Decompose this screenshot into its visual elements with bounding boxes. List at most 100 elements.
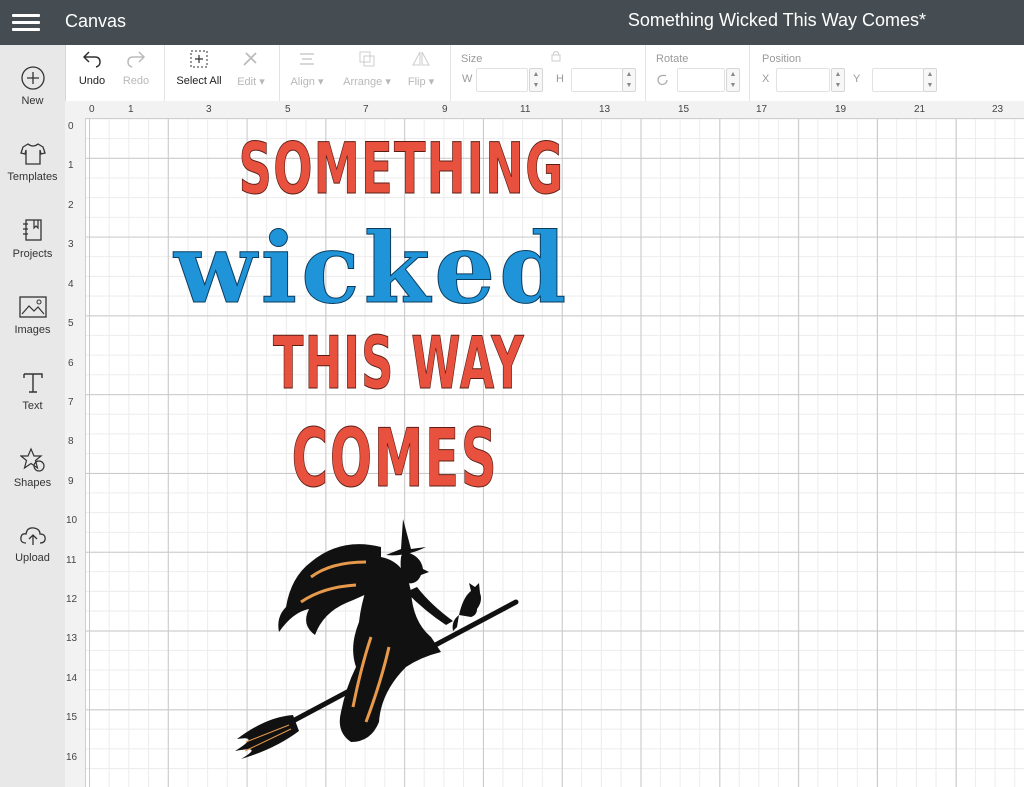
text-icon — [22, 373, 43, 393]
align-icon — [300, 53, 314, 65]
sidebar-item-label: New — [21, 95, 44, 107]
ruler-number: 8 — [68, 436, 74, 447]
witch-head — [400, 551, 429, 584]
witch-hat — [386, 519, 426, 556]
lock-icon[interactable] — [549, 49, 563, 63]
height-stepper[interactable]: ▲ ▼ — [622, 68, 636, 92]
sidebar-item-shapes[interactable]: Shapes — [0, 447, 65, 489]
rotate-icon — [657, 74, 668, 86]
design-text-something[interactable]: SOMETHING — [238, 119, 563, 219]
ruler-number: 0 — [68, 121, 74, 132]
edit-toolbar: Undo Redo Select All Edit ▾ Align ▾ Arra… — [65, 45, 1024, 102]
plus-circle-icon — [20, 66, 45, 90]
ruler-number: 19 — [835, 104, 847, 115]
design-text-wicked[interactable]: wicked — [174, 216, 567, 321]
ruler-number: 15 — [66, 712, 78, 723]
height-label: H — [556, 73, 564, 85]
edit-label: Edit — [237, 76, 257, 88]
width-label: W — [462, 73, 473, 85]
align-dropdown[interactable]: Align ▾ — [287, 49, 327, 88]
broom-bristles — [235, 715, 299, 759]
arrange-icon — [359, 51, 375, 67]
select-all-label: Select All — [176, 75, 222, 87]
sidebar-item-label: Images — [14, 324, 51, 336]
cloud-upload-icon — [19, 527, 46, 545]
redo-label: Redo — [122, 75, 150, 87]
flip-icon — [412, 51, 430, 66]
ruler-number: 9 — [442, 104, 448, 115]
select-all-icon — [190, 50, 208, 68]
design-canvas[interactable]: SOMETHING wicked THIS WAY COMES — [86, 119, 1024, 787]
witch-on-broom-image[interactable] — [231, 517, 521, 762]
height-input[interactable] — [571, 68, 623, 92]
ruler-number: 7 — [68, 397, 74, 408]
ruler-number: 12 — [66, 594, 78, 605]
ruler-number: 2 — [68, 200, 74, 211]
shapes-icon — [19, 447, 45, 472]
ruler-number: 15 — [678, 104, 690, 115]
sidebar-item-new[interactable]: New — [0, 65, 65, 107]
align-label: Align — [290, 76, 315, 88]
arrange-label: Arrange — [343, 76, 383, 88]
ruler-number: 4 — [68, 279, 74, 290]
flip-dropdown[interactable]: Flip ▾ — [403, 49, 439, 88]
edit-icon — [243, 52, 257, 66]
width-input[interactable] — [476, 68, 528, 92]
menu-icon[interactable] — [12, 11, 40, 33]
tshirt-icon — [19, 143, 46, 165]
redo-icon — [127, 51, 146, 68]
design-text-this-way[interactable]: THIS WAY — [273, 317, 524, 409]
ruler-number: 6 — [68, 358, 74, 369]
arrange-dropdown[interactable]: Arrange ▾ — [339, 49, 395, 88]
toolbar-divider — [164, 45, 165, 101]
ruler-number: 0 — [89, 104, 95, 115]
sidebar-item-label: Projects — [12, 248, 53, 260]
rotate-stepper[interactable]: ▲ ▼ — [726, 68, 740, 92]
toolbar-divider — [279, 45, 280, 101]
ruler-number: 10 — [66, 515, 78, 526]
ruler-number: 3 — [206, 104, 212, 115]
edit-dropdown[interactable]: Edit ▾ — [231, 49, 271, 88]
sidebar-item-templates[interactable]: Templates — [0, 141, 65, 183]
x-input[interactable] — [776, 68, 830, 92]
select-all-button[interactable]: Select All — [171, 49, 227, 87]
sidebar-item-images[interactable]: Images — [0, 294, 65, 336]
position-label: Position — [762, 53, 802, 65]
x-stepper[interactable]: ▲ ▼ — [831, 68, 845, 92]
rotate-label: Rotate — [656, 53, 689, 65]
redo-button[interactable]: Redo — [119, 49, 153, 87]
app-title: Canvas — [65, 11, 127, 31]
ruler-number: 17 — [756, 104, 768, 115]
sidebar-item-label: Text — [22, 400, 43, 412]
y-label: Y — [853, 73, 861, 85]
design-text-comes[interactable]: COMES — [291, 411, 497, 507]
ruler-number: 11 — [66, 555, 77, 566]
ruler-number: 5 — [285, 104, 291, 115]
toolbar-divider — [645, 45, 646, 101]
y-stepper[interactable]: ▲ ▼ — [923, 68, 937, 92]
y-input[interactable] — [872, 68, 924, 92]
ruler-number: 21 — [914, 104, 926, 115]
sidebar-item-label: Upload — [15, 552, 50, 564]
sidebar-item-projects[interactable]: Projects — [0, 218, 65, 260]
toolbar-divider — [450, 45, 451, 101]
size-label: Size — [461, 53, 483, 65]
width-stepper[interactable]: ▲ ▼ — [529, 68, 543, 92]
ruler-number: 9 — [68, 476, 74, 487]
undo-label: Undo — [78, 75, 106, 87]
ruler-number: 3 — [68, 239, 74, 250]
document-title[interactable]: Something Wicked This Way Comes* — [628, 10, 926, 31]
ruler-number: 7 — [363, 104, 369, 115]
left-sidebar: New Templates Projects Images Text Shape… — [0, 45, 66, 787]
undo-icon — [82, 51, 101, 68]
sidebar-item-text[interactable]: Text — [0, 370, 65, 412]
undo-button[interactable]: Undo — [75, 49, 109, 87]
image-icon — [18, 296, 47, 318]
sidebar-item-label: Templates — [7, 171, 58, 183]
ruler-number: 14 — [66, 673, 78, 684]
rotate-input[interactable] — [677, 68, 725, 92]
toolbar-divider — [749, 45, 750, 101]
sidebar-item-label: Shapes — [13, 477, 52, 489]
ruler-vertical: 0 1 2 3 4 5 6 7 8 9 10 11 12 13 14 15 16 — [65, 118, 86, 787]
sidebar-item-upload[interactable]: Upload — [0, 524, 65, 564]
